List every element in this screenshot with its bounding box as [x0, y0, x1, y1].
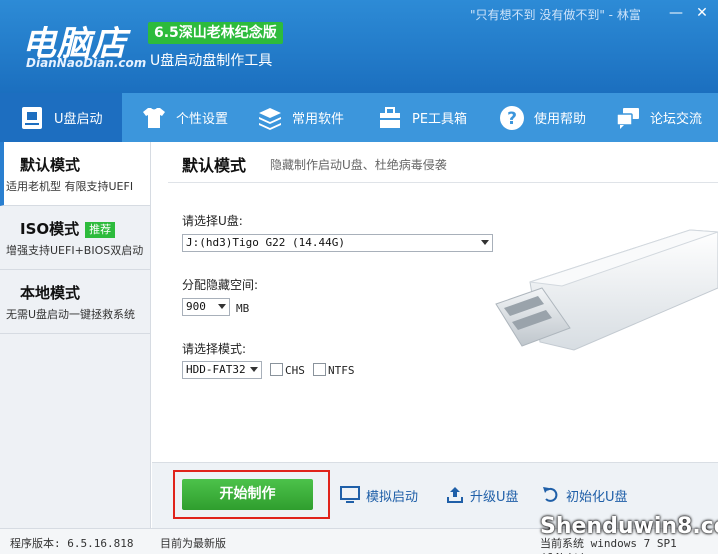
- hidden-space-label: 分配隐藏空间:: [182, 278, 259, 292]
- title-divider: [168, 182, 718, 183]
- version-badge: 6.5深山老林纪念版: [148, 22, 283, 44]
- app-logo-domain: DianNaoDian.com: [26, 56, 147, 70]
- upload-icon: [447, 487, 463, 503]
- layers-icon: [256, 104, 284, 132]
- header-slogan: "只有想不到 没有做不到" - 林富: [470, 8, 641, 22]
- mode-sidebar: 默认模式 适用老机型 有限支持UEFI ISO模式 推荐 增强支持UEFI+BIO…: [0, 142, 151, 528]
- version-text: 程序版本: 6.5.16.818: [10, 537, 134, 550]
- usb-drive-illustration: [495, 229, 718, 351]
- nav-tab-label: U盘启动: [54, 112, 103, 127]
- sidebar-item-title: 本地模式: [20, 284, 81, 302]
- simulate-boot-label: 模拟启动: [366, 489, 419, 505]
- tshirt-gear-icon: [140, 104, 168, 132]
- upgrade-usb-button[interactable]: 升级U盘: [446, 485, 519, 505]
- mode-select-value: HDD-FAT32: [186, 363, 246, 376]
- nav-tab-forum[interactable]: 论坛交流: [596, 93, 718, 142]
- minimize-button[interactable]: —: [666, 4, 686, 22]
- sidebar-item-desc: 无需U盘启动一键拯救系统: [6, 308, 136, 321]
- nav-tab-help[interactable]: ? 使用帮助: [480, 93, 596, 142]
- select-disk-label: 请选择U盘:: [182, 214, 243, 228]
- toolbox-icon: [376, 104, 404, 132]
- nav-tab-label: 论坛交流: [650, 112, 703, 127]
- recommend-badge: 推荐: [85, 221, 116, 238]
- init-usb-label: 初始化U盘: [566, 489, 628, 505]
- nav-tab-label: 个性设置: [176, 112, 229, 127]
- hidden-space-select[interactable]: 900: [182, 298, 230, 316]
- chevron-down-icon: [250, 367, 258, 372]
- disk-select-value: J:(hd3)Tigo G22 (14.44G): [186, 236, 345, 249]
- nav-tab-label: PE工具箱: [412, 112, 468, 127]
- sidebar-item-title: ISO模式 推荐: [20, 218, 116, 239]
- hidden-space-unit: MB: [236, 302, 250, 315]
- chs-checkbox-label: CHS: [285, 364, 305, 377]
- chs-checkbox[interactable]: [270, 363, 283, 376]
- page-subtitle: 隐藏制作启动U盘、杜绝病毒侵袭: [270, 158, 447, 172]
- nav-tab-pe-toolbox[interactable]: PE工具箱: [358, 93, 480, 142]
- nav-tab-label: 使用帮助: [534, 112, 587, 127]
- monitor-icon: [340, 486, 360, 503]
- simulate-boot-button[interactable]: 模拟启动: [340, 485, 418, 505]
- question-icon: ?: [498, 104, 526, 132]
- disk-select[interactable]: J:(hd3)Tigo G22 (14.44G): [182, 234, 493, 252]
- mode-select[interactable]: HDD-FAT32: [182, 361, 262, 379]
- sidebar-item-title-text: ISO模式: [20, 220, 80, 238]
- chat-icon: [614, 104, 642, 132]
- update-status-text: 目前为最新版: [160, 537, 226, 550]
- init-usb-button[interactable]: 初始化U盘: [542, 485, 628, 505]
- nav-tab-personalize[interactable]: 个性设置: [122, 93, 238, 142]
- app-tool-name: U盘启动盘制作工具: [150, 53, 273, 69]
- upgrade-usb-label: 升级U盘: [470, 489, 519, 505]
- sidebar-item-desc: 适用老机型 有限支持UEFI: [6, 180, 134, 193]
- hidden-space-value: 900: [186, 300, 206, 313]
- sidebar-item-desc: 增强支持UEFI+BIOS双启动: [6, 244, 144, 257]
- svg-text:?: ?: [507, 109, 517, 129]
- chevron-down-icon: [481, 240, 489, 245]
- chevron-down-icon: [218, 304, 226, 309]
- sidebar-item-iso-mode[interactable]: ISO模式 推荐 增强支持UEFI+BIOS双启动: [0, 206, 150, 270]
- main-nav: U盘启动 个性设置 常用软件 PE工具箱 ? 使用帮助 论坛交流: [0, 93, 718, 142]
- sidebar-item-title: 默认模式: [20, 156, 81, 174]
- sidebar-item-default-mode[interactable]: 默认模式 适用老机型 有限支持UEFI: [0, 142, 150, 206]
- ntfs-checkbox-label: NTFS: [328, 364, 355, 377]
- mode-label: 请选择模式:: [182, 342, 247, 356]
- start-make-button[interactable]: 开始制作: [182, 479, 313, 510]
- close-button[interactable]: ✕: [692, 4, 712, 22]
- nav-tab-label: 常用软件: [292, 112, 345, 127]
- nav-tab-software[interactable]: 常用软件: [238, 93, 358, 142]
- watermark: Shenduwin8.com: [540, 514, 718, 539]
- app-header: 电脑店 DianNaoDian.com 6.5深山老林纪念版 U盘启动盘制作工具…: [0, 0, 718, 93]
- nav-tab-usb-boot[interactable]: U盘启动: [0, 93, 122, 142]
- sidebar-item-local-mode[interactable]: 本地模式 无需U盘启动一键拯救系统: [0, 270, 150, 334]
- usb-drive-icon: [18, 104, 46, 132]
- page-title: 默认模式: [182, 156, 247, 175]
- undo-icon: [543, 487, 558, 502]
- ntfs-checkbox[interactable]: [313, 363, 326, 376]
